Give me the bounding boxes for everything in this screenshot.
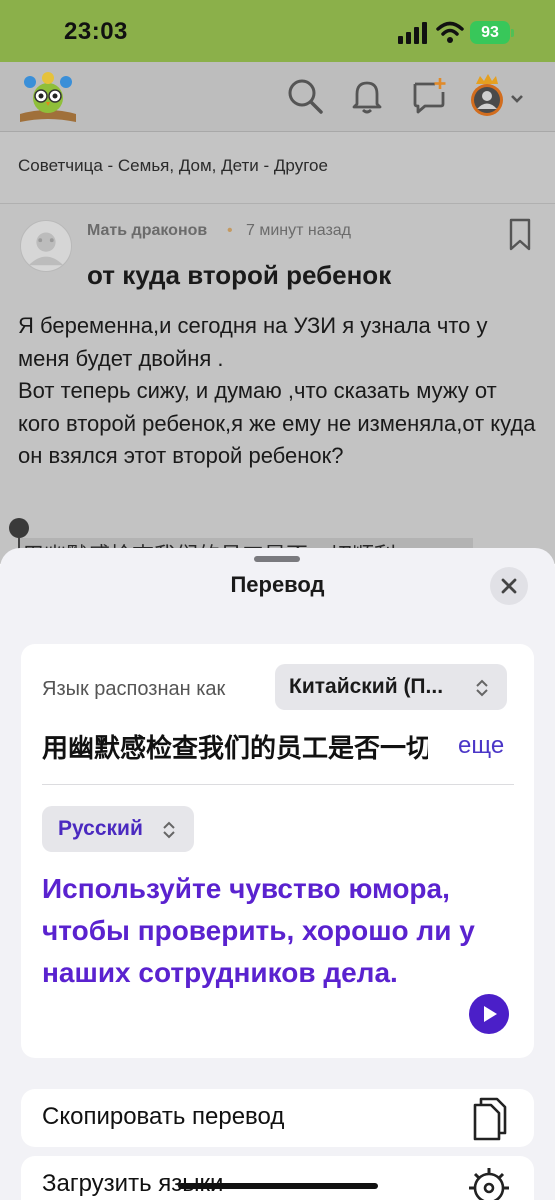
breadcrumb-bar: Советчица - Семья, Дом, Дети - Другое xyxy=(0,132,555,204)
divider xyxy=(42,784,514,785)
site-header xyxy=(0,62,555,132)
copy-icon xyxy=(473,1097,507,1141)
source-language-value: Китайский (П... xyxy=(289,675,444,698)
download-languages-button[interactable]: Загрузить языки xyxy=(21,1156,534,1200)
bell-icon[interactable] xyxy=(347,76,387,116)
chevron-down-icon xyxy=(511,95,523,103)
breadcrumb[interactable]: Советчица - Семья, Дом, Дети - Другое xyxy=(18,156,328,176)
copy-translation-button[interactable]: Скопировать перевод xyxy=(21,1089,534,1147)
post-time: 7 минут назад xyxy=(246,222,352,239)
detected-language-label: Язык распознан как xyxy=(42,678,226,700)
translation-card: Язык распознан как Китайский (П... 用幽默感检… xyxy=(21,644,534,1058)
avatar-icon xyxy=(471,74,523,116)
owl-logo-icon[interactable] xyxy=(16,70,80,126)
post-author[interactable]: Мать драконов xyxy=(87,222,207,240)
source-language-picker[interactable]: Китайский (П... xyxy=(275,664,507,710)
source-text: 用幽默感检查我们的员工是否一切顺利 xyxy=(42,733,428,763)
post: Мать драконов • 7 минут назад от куда вт… xyxy=(0,204,555,568)
more-link[interactable]: еще xyxy=(458,732,504,760)
search-icon[interactable] xyxy=(285,76,325,116)
new-message-icon[interactable] xyxy=(409,76,449,116)
wifi-icon xyxy=(436,21,464,43)
updown-chevron-icon xyxy=(476,679,488,697)
profile-menu[interactable] xyxy=(468,74,524,118)
translation-sheet: Перевод Язык распознан как Китайский (П.… xyxy=(0,548,555,1200)
gear-icon xyxy=(469,1168,509,1200)
updown-chevron-icon xyxy=(163,821,175,839)
status-bar: 23:03 93 xyxy=(0,0,555,62)
target-language-value: Русский xyxy=(58,817,143,840)
close-button[interactable] xyxy=(490,567,528,605)
sheet-grabber[interactable] xyxy=(254,556,300,562)
play-icon xyxy=(484,1006,497,1022)
cellular-signal-icon xyxy=(398,22,427,44)
home-indicator[interactable] xyxy=(178,1183,378,1189)
play-button[interactable] xyxy=(469,994,509,1034)
target-language-picker[interactable]: Русский xyxy=(42,806,194,852)
post-title: от куда второй ребенок xyxy=(87,260,392,290)
sheet-title: Перевод xyxy=(230,572,325,597)
status-time: 23:03 xyxy=(64,18,128,45)
meta-separator: • xyxy=(227,222,233,239)
bookmark-icon[interactable] xyxy=(508,218,532,252)
copy-translation-label: Скопировать перевод xyxy=(42,1103,285,1130)
author-avatar[interactable] xyxy=(20,220,72,272)
post-body: Я беременна,и сегодня на УЗИ я узнала чт… xyxy=(18,313,536,468)
translated-text: Используйте чувство юмора, чтобы провери… xyxy=(42,873,475,988)
close-icon xyxy=(501,578,517,594)
selection-handle[interactable] xyxy=(9,518,29,538)
battery-indicator: 93 xyxy=(470,21,514,44)
